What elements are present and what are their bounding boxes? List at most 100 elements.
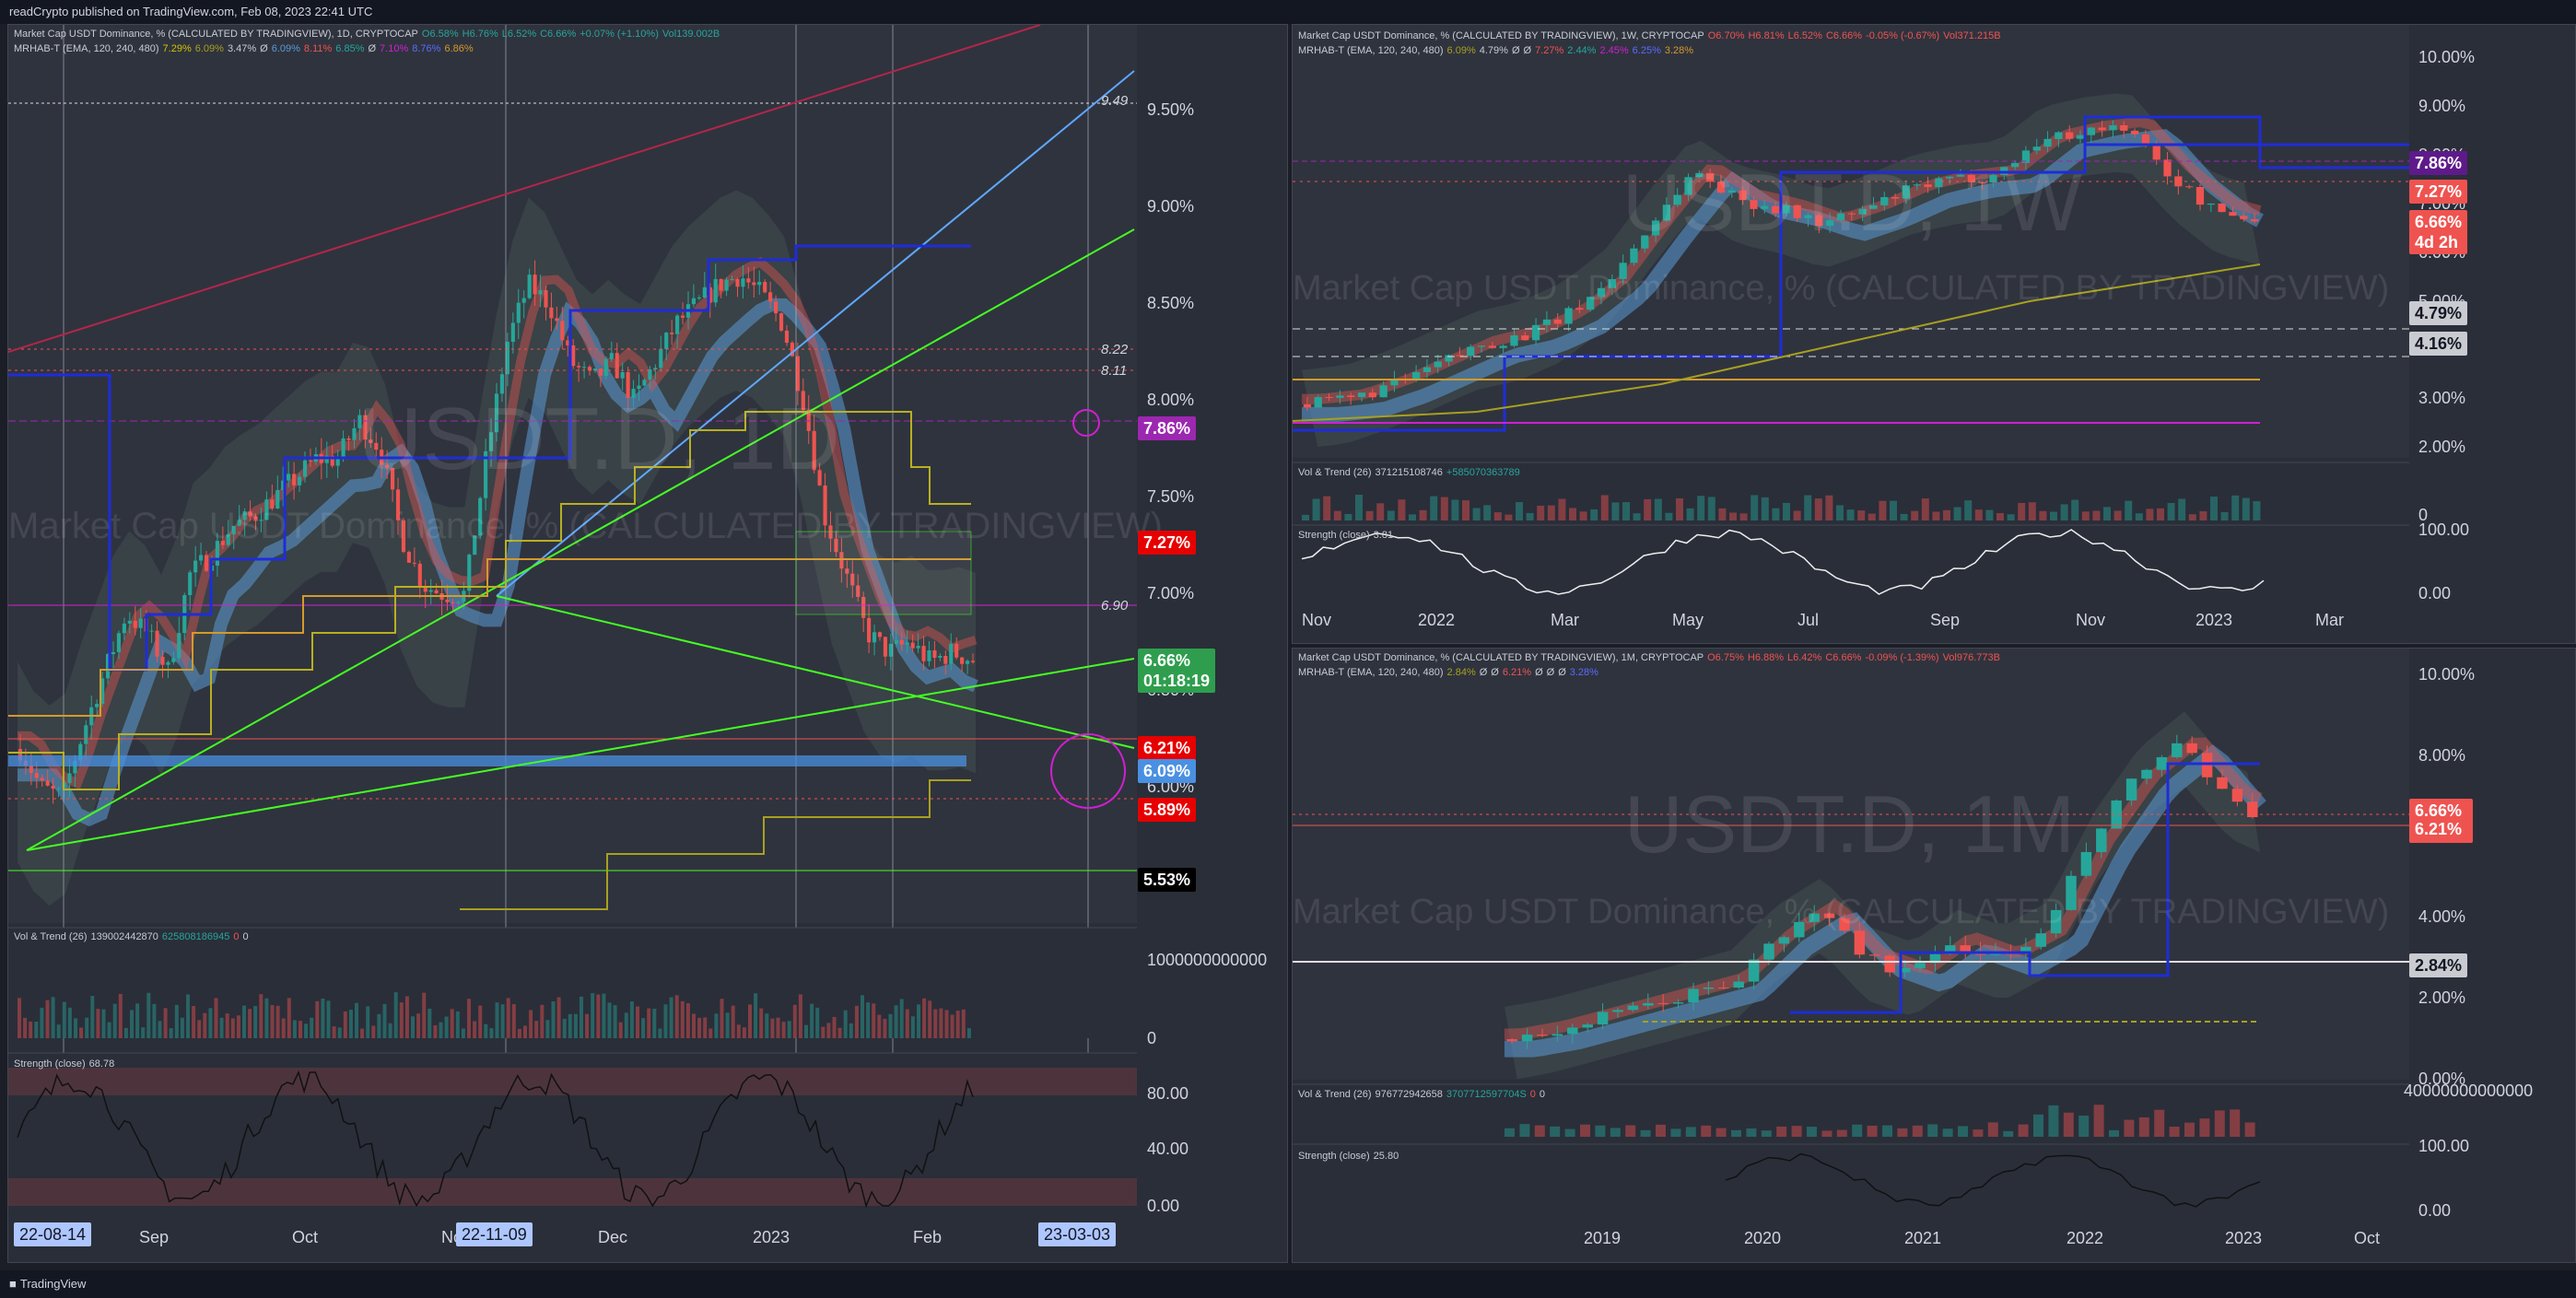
p2-vol-bar	[1558, 498, 1566, 520]
p2-vol-bar	[1964, 500, 1973, 520]
p3-vol-bar	[1701, 1125, 1712, 1137]
p1-candle-body	[724, 279, 729, 291]
p1-vol-bar	[208, 1008, 213, 1038]
p1-vol-bar	[388, 1023, 392, 1038]
p1-vol-bar	[62, 1001, 66, 1038]
p3-vol-bar	[2048, 1105, 2059, 1137]
p1-candle-body	[768, 292, 773, 302]
p2-y-tick: 3.00%	[2418, 389, 2466, 408]
p1-vol-bar	[225, 1013, 229, 1038]
p2-vol-bar	[1355, 495, 1363, 520]
p1-vol-bar	[67, 1007, 72, 1038]
p3-candle-body	[1627, 1005, 1639, 1011]
p3-vol-bar	[1791, 1126, 1802, 1137]
p1-vol-bar	[230, 1018, 235, 1038]
monthly-badge-2: 6.21%	[2409, 817, 2468, 842]
p3-str-pane	[1293, 1144, 2575, 1218]
p2-vol-bar	[1846, 509, 1855, 520]
p3-vol-bar	[1821, 1130, 1832, 1137]
p1-vol-bar	[607, 1002, 612, 1038]
p1-candle-body	[746, 278, 751, 283]
p1-candle-body	[582, 367, 587, 368]
p3-y-tick: 8.00%	[2418, 745, 2466, 765]
p3-vol-bar	[2199, 1118, 2210, 1137]
p2-candle-body	[1379, 385, 1388, 398]
p2-vol-bar	[1697, 496, 1705, 520]
p1-vol-bar	[74, 1018, 77, 1038]
p1-vol-bar	[23, 1017, 28, 1038]
p1-candle-body	[966, 661, 970, 664]
p2-vol-bar	[1921, 498, 1929, 520]
p1-candle-body	[779, 313, 784, 331]
monthly-chart-panel[interactable]: USDT.D, 1M Market Cap USDT Dominance, % …	[1292, 648, 2576, 1263]
p2-vol-bar	[1472, 508, 1481, 520]
p1-candle-body	[171, 658, 176, 662]
monthly-vol-legend: Vol & Trend (26) 976772942658 370771259770…	[1298, 1089, 1546, 1100]
p3-candle-body	[2080, 851, 2092, 876]
weekly-badge-5: 4.16%	[2409, 332, 2468, 357]
date-tag-mid[interactable]: 22-11-09	[456, 1222, 533, 1246]
monthly-chart-canvas[interactable]	[1293, 649, 2576, 1263]
p3-candle-body	[1960, 945, 1971, 952]
weekly-chart-canvas[interactable]	[1293, 25, 2576, 644]
p3-candle-body	[2231, 789, 2243, 802]
monthly-legend-main: Market Cap USDT Dominance, % (CALCULATED…	[1298, 652, 2000, 663]
p1-vol-bar	[669, 997, 673, 1038]
p1-vol-bar	[355, 1002, 358, 1038]
daily-chart-panel[interactable]: USDT.D, 1D Market Cap USDT Dominance, % …	[7, 24, 1288, 1263]
p1-vol-bar	[815, 1007, 820, 1038]
weekly-chart-panel[interactable]: USDT.D, 1W Market Cap USDT Dominance, % …	[1292, 24, 2576, 644]
p2-candle-body	[2087, 127, 2095, 135]
daily-chart-canvas[interactable]	[8, 25, 1288, 1263]
p1-candle-body	[127, 620, 132, 624]
date-tag-end[interactable]: 23-03-03	[1038, 1222, 1117, 1246]
p1-vol-bar	[56, 1024, 61, 1038]
p2-vol-bar	[1505, 514, 1513, 520]
p1-vol-bar	[658, 1028, 662, 1038]
p1-candle-body	[287, 474, 291, 481]
p3-candle-body	[2125, 778, 2137, 801]
p1-y-tick: 9.00%	[1147, 197, 1195, 216]
p2-vol-bar	[2007, 514, 2015, 520]
p1-candle-body	[872, 632, 877, 643]
p1-x-tick: Feb	[913, 1228, 943, 1246]
daily-watermark-big: USDT.D, 1D	[358, 390, 840, 488]
p2-candle-body	[2229, 212, 2237, 216]
p1-vol-bar	[685, 1003, 690, 1038]
p1-vol-bar	[792, 1004, 797, 1038]
p1-str-zone-low	[8, 1178, 1137, 1206]
p3-vol-bar	[2018, 1124, 2029, 1137]
p1-candle-body	[406, 552, 411, 563]
p2-vol-bar	[2242, 497, 2250, 520]
p1-vol-bar	[641, 1018, 646, 1038]
p1-vol-bar	[348, 1010, 353, 1038]
p2-vol-bar	[1365, 510, 1374, 520]
p1-vol-bar	[236, 1015, 240, 1038]
p3-y-tick: 10.00%	[2418, 664, 2476, 684]
p1-candle-body	[916, 646, 920, 649]
p1-vol-bar	[861, 995, 864, 1038]
p2-vol-bar	[2210, 497, 2218, 520]
p2-x-tick: Jul	[1797, 611, 1820, 629]
p1-candle-body	[921, 646, 926, 661]
p2-vol-bar	[1836, 505, 1844, 520]
p2-vol-bar	[1387, 510, 1395, 520]
weekly-vol-legend: Vol & Trend (26) 371215108746 +58507036378…	[1298, 467, 1520, 478]
p1-candle-body	[932, 650, 937, 658]
p1-candle-body	[960, 657, 965, 664]
p1-vol-bar	[955, 1011, 960, 1038]
p2-vol-bar	[1302, 514, 1309, 520]
date-tag-start[interactable]: 22-08-14	[14, 1222, 92, 1246]
weekly-badge-value: 7.27%	[2415, 182, 2463, 202]
p2-vol-bar	[1868, 513, 1876, 520]
p1-vol-bar	[40, 1007, 44, 1038]
p2-candle-body	[1456, 355, 1464, 357]
p1-vol-bar	[321, 998, 325, 1038]
p1-vol-bar	[950, 1014, 954, 1038]
daily-badge-value: 5.53%	[1143, 870, 1191, 889]
p2-y-tick: 9.00%	[2418, 96, 2466, 115]
p2-candle-body	[1499, 345, 1507, 348]
p2-candle-body	[2109, 124, 2117, 131]
p1-vol-bar	[781, 1022, 786, 1038]
p1-vol-bar	[473, 1021, 477, 1038]
